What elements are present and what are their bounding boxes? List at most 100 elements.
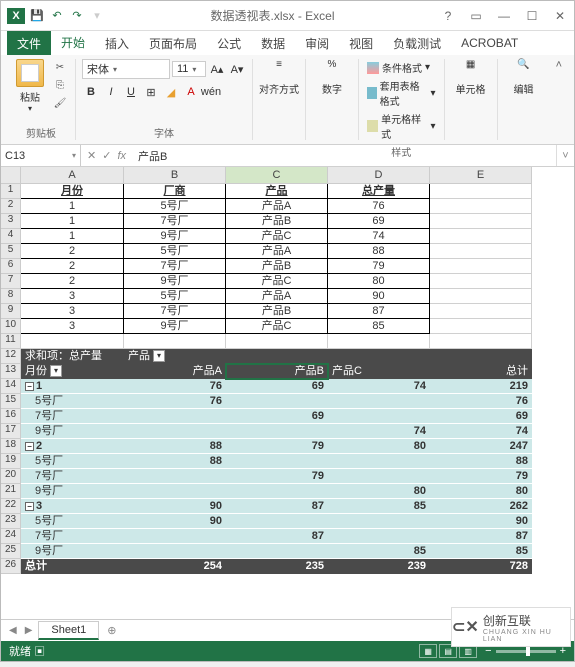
header-factory[interactable]: 厂商: [124, 184, 226, 199]
cell[interactable]: 69: [430, 409, 532, 424]
cell[interactable]: [226, 484, 328, 499]
column-header[interactable]: D: [328, 167, 430, 184]
row-header[interactable]: 2: [1, 199, 21, 214]
cell[interactable]: [430, 214, 532, 229]
pivot-col-prodB[interactable]: 产品B: [226, 364, 328, 379]
tab-data[interactable]: 数据: [251, 31, 295, 56]
row-header[interactable]: 14: [1, 379, 21, 394]
cell[interactable]: [328, 469, 430, 484]
cell[interactable]: [328, 529, 430, 544]
row-header[interactable]: 12: [1, 349, 21, 364]
row-header[interactable]: 7: [1, 274, 21, 289]
column-header[interactable]: B: [124, 167, 226, 184]
cell[interactable]: 87: [430, 529, 532, 544]
cell[interactable]: 69: [226, 379, 328, 394]
border-button[interactable]: ⊞: [142, 83, 160, 101]
cell[interactable]: [430, 349, 532, 364]
data-cell[interactable]: 87: [328, 304, 430, 319]
cell[interactable]: 88: [124, 454, 226, 469]
format-as-table-button[interactable]: 套用表格格式 ▾: [365, 77, 438, 109]
accept-formula-icon[interactable]: ✓: [102, 149, 111, 162]
row-header[interactable]: 6: [1, 259, 21, 274]
cell[interactable]: 79: [430, 469, 532, 484]
cell[interactable]: 88: [430, 454, 532, 469]
cell[interactable]: [21, 334, 124, 349]
cell[interactable]: [430, 304, 532, 319]
tab-formulas[interactable]: 公式: [207, 31, 251, 56]
close-button[interactable]: ✕: [546, 4, 574, 28]
fill-color-button[interactable]: ◢: [162, 83, 180, 101]
data-cell[interactable]: 产品C: [226, 319, 328, 334]
fx-icon[interactable]: fx: [117, 150, 126, 162]
cell[interactable]: [430, 334, 532, 349]
font-size-combo[interactable]: 11▾: [172, 61, 206, 77]
data-cell[interactable]: 7号厂: [124, 214, 226, 229]
cell[interactable]: [430, 274, 532, 289]
data-cell[interactable]: 76: [328, 199, 430, 214]
pivot-detail-factory[interactable]: 7号厂: [21, 409, 124, 424]
row-header[interactable]: 8: [1, 289, 21, 304]
row-header[interactable]: 4: [1, 229, 21, 244]
cell[interactable]: 76: [124, 379, 226, 394]
pivot-detail-factory[interactable]: 5号厂: [21, 394, 124, 409]
data-cell[interactable]: 产品A: [226, 199, 328, 214]
data-cell[interactable]: 1: [21, 199, 124, 214]
pivot-detail-factory[interactable]: 7号厂: [21, 469, 124, 484]
row-header[interactable]: 1: [1, 184, 21, 199]
row-header[interactable]: 10: [1, 319, 21, 334]
bold-button[interactable]: B: [82, 83, 100, 101]
redo-icon[interactable]: ↷: [69, 8, 85, 24]
row-header[interactable]: 25: [1, 544, 21, 559]
sheet-nav-next-icon[interactable]: ▶: [23, 625, 35, 636]
pivot-sum-label[interactable]: 求和项：总产量: [21, 349, 124, 364]
tab-view[interactable]: 视图: [339, 31, 383, 56]
cell[interactable]: [226, 454, 328, 469]
cell-styles-button[interactable]: 单元格样式 ▾: [365, 110, 438, 142]
cell[interactable]: 69: [226, 409, 328, 424]
cell[interactable]: 254: [124, 559, 226, 574]
cell[interactable]: 74: [328, 379, 430, 394]
row-header[interactable]: 3: [1, 214, 21, 229]
data-cell[interactable]: 产品B: [226, 304, 328, 319]
data-cell[interactable]: 2: [21, 274, 124, 289]
cell[interactable]: [226, 424, 328, 439]
column-header[interactable]: C: [226, 167, 328, 184]
cells-button[interactable]: ▦ 单元格: [451, 59, 491, 96]
tab-insert[interactable]: 插入: [95, 31, 139, 56]
tab-loadtest[interactable]: 负载测试: [383, 31, 451, 56]
cell[interactable]: [226, 394, 328, 409]
cell[interactable]: 74: [430, 424, 532, 439]
row-header[interactable]: 5: [1, 244, 21, 259]
cell[interactable]: 85: [328, 544, 430, 559]
italic-button[interactable]: I: [102, 83, 120, 101]
header-product[interactable]: 产品: [226, 184, 328, 199]
cell[interactable]: 80: [328, 484, 430, 499]
ribbon-options-icon[interactable]: ▭: [462, 4, 490, 28]
pivot-col-total[interactable]: 总计: [430, 364, 532, 379]
cell[interactable]: [328, 409, 430, 424]
cell[interactable]: [430, 319, 532, 334]
row-header[interactable]: 19: [1, 454, 21, 469]
minimize-button[interactable]: —: [490, 4, 518, 28]
pivot-detail-factory[interactable]: 5号厂: [21, 514, 124, 529]
expand-formula-bar-icon[interactable]: ˅: [556, 145, 574, 166]
data-cell[interactable]: 2: [21, 244, 124, 259]
cell[interactable]: [328, 454, 430, 469]
cell[interactable]: [124, 334, 226, 349]
data-cell[interactable]: 9号厂: [124, 274, 226, 289]
pivot-group-header[interactable]: −1: [21, 379, 124, 394]
paste-button[interactable]: 粘贴 ▾: [13, 59, 47, 113]
cell[interactable]: 88: [124, 439, 226, 454]
cell[interactable]: 87: [226, 499, 328, 514]
data-cell[interactable]: 88: [328, 244, 430, 259]
cell[interactable]: [124, 484, 226, 499]
maximize-button[interactable]: ☐: [518, 4, 546, 28]
tab-file[interactable]: 文件: [7, 31, 51, 56]
cell[interactable]: 728: [430, 559, 532, 574]
conditional-formatting-button[interactable]: 条件格式 ▾: [365, 59, 438, 76]
cell[interactable]: [430, 244, 532, 259]
cell[interactable]: 79: [226, 439, 328, 454]
pivot-detail-factory[interactable]: 5号厂: [21, 454, 124, 469]
cell[interactable]: 90: [124, 499, 226, 514]
cell[interactable]: 262: [430, 499, 532, 514]
